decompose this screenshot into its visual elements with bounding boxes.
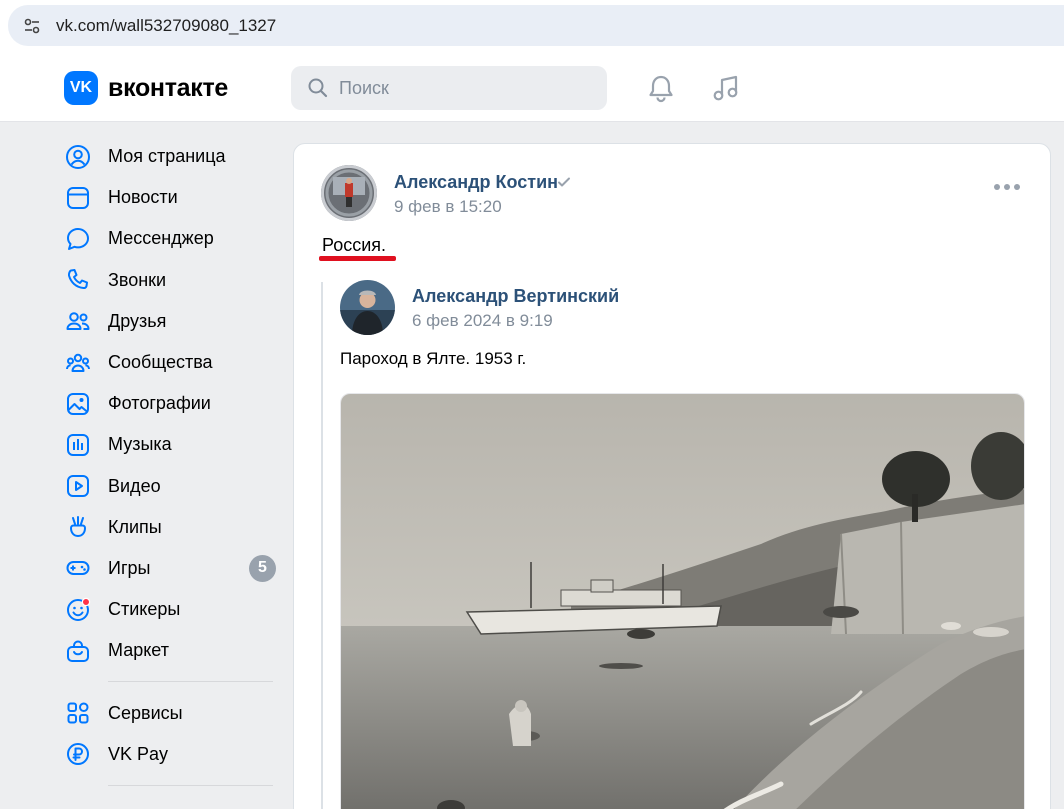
vk-logo-text: вконтакте [108, 73, 229, 102]
services-icon [64, 699, 92, 727]
clips-icon [64, 513, 92, 541]
sidebar-item-calls[interactable]: Звонки [64, 260, 278, 301]
sticker-icon [64, 596, 92, 624]
more-options-icon[interactable] [994, 184, 1020, 190]
repost-text: Пароход в Ялте. 1953 г. [340, 349, 527, 368]
sidebar-divider [108, 681, 273, 683]
photos-icon [64, 390, 92, 418]
sidebar-item-label: Новости [108, 187, 178, 208]
browser-address-bar: vk.com/wall532709080_1327 [0, 0, 1064, 54]
phone-icon [64, 266, 92, 294]
music-icon [64, 431, 92, 459]
author-avatar[interactable] [321, 165, 377, 221]
vk-logo[interactable]: VK вконтакте [64, 71, 228, 105]
music-note-icon[interactable] [710, 72, 742, 104]
news-icon [64, 184, 92, 212]
sidebar-item-friends[interactable]: Друзья [64, 301, 278, 342]
post-text: Россия. [322, 235, 387, 255]
vk-logo-icon: VK [64, 71, 98, 105]
post-author-link[interactable]: Александр Костин [394, 172, 558, 193]
video-icon [64, 472, 92, 500]
sidebar-item-services[interactable]: Сервисы [64, 692, 278, 733]
sidebar-item-communities[interactable]: Сообщества [64, 342, 278, 383]
repost-indent-line [321, 282, 323, 809]
search-box[interactable] [291, 66, 607, 110]
url-text: vk.com/wall532709080_1327 [56, 15, 277, 35]
user-circle-icon [64, 143, 92, 171]
sidebar-divider [108, 784, 273, 786]
sidebar-item-label: VK Pay [108, 743, 169, 764]
verified-check-icon [557, 175, 571, 194]
red-underline-mark [319, 256, 396, 261]
sidebar-item-label: Сообщества [108, 352, 213, 373]
market-icon [64, 637, 92, 665]
vkpay-icon [64, 740, 92, 768]
sidebar-item-label: Моя страница [108, 146, 226, 167]
search-icon [308, 78, 328, 98]
games-count-badge: 5 [249, 554, 276, 582]
post-photo[interactable] [340, 393, 1025, 809]
url-field[interactable]: vk.com/wall532709080_1327 [8, 5, 1064, 46]
sidebar-item-label: Сервисы [108, 702, 183, 723]
sidebar-item-clips[interactable]: Клипы [64, 507, 278, 548]
repost-date[interactable]: 6 фев 2024 в 9:19 [412, 311, 553, 331]
site-header: VK вконтакте [0, 54, 1064, 122]
wall-post: Александр Костин 9 фев в 15:20 Россия. А… [293, 143, 1051, 809]
post-date[interactable]: 9 фев в 15:20 [394, 197, 502, 217]
sidebar-item-label: Фотографии [108, 393, 211, 414]
sidebar-item-messenger[interactable]: Мессенджер [64, 218, 278, 259]
sidebar-item-games[interactable]: Игры 5 [64, 548, 278, 589]
sidebar-item-news[interactable]: Новости [64, 177, 278, 218]
sidebar-item-photos[interactable]: Фотографии [64, 383, 278, 424]
friends-icon [64, 307, 92, 335]
sidebar-item-market[interactable]: Маркет [64, 630, 278, 671]
sidebar-item-label: Клипы [108, 516, 162, 537]
sidebar-item-my-page[interactable]: Моя страница [64, 136, 278, 177]
sidebar-item-music[interactable]: Музыка [64, 424, 278, 465]
sidebar-item-label: Игры [108, 557, 151, 578]
gamepad-icon [64, 554, 92, 582]
repost-author-link[interactable]: Александр Вертинский [412, 286, 619, 307]
sidebar-item-label: Музыка [108, 434, 172, 455]
sidebar-item-label: Видео [108, 475, 161, 496]
sidebar-item-video[interactable]: Видео [64, 466, 278, 507]
sidebar-item-label: Друзья [108, 310, 167, 331]
site-settings-icon[interactable] [20, 14, 44, 38]
sidebar-item-label: Стикеры [108, 599, 181, 620]
message-icon [64, 225, 92, 253]
sidebar-item-label: Маркет [108, 640, 169, 661]
left-sidebar: Моя страница Новости Мессенджер Звонки Д… [64, 136, 278, 796]
notifications-bell-icon[interactable] [645, 72, 677, 104]
communities-icon [64, 349, 92, 377]
sidebar-item-vk-pay[interactable]: VK Pay [64, 734, 278, 775]
sidebar-item-stickers[interactable]: Стикеры [64, 589, 278, 630]
repost-author-avatar[interactable] [340, 280, 395, 335]
sidebar-item-label: Мессенджер [108, 228, 214, 249]
sidebar-item-label: Звонки [108, 269, 167, 290]
search-input[interactable] [339, 77, 579, 99]
